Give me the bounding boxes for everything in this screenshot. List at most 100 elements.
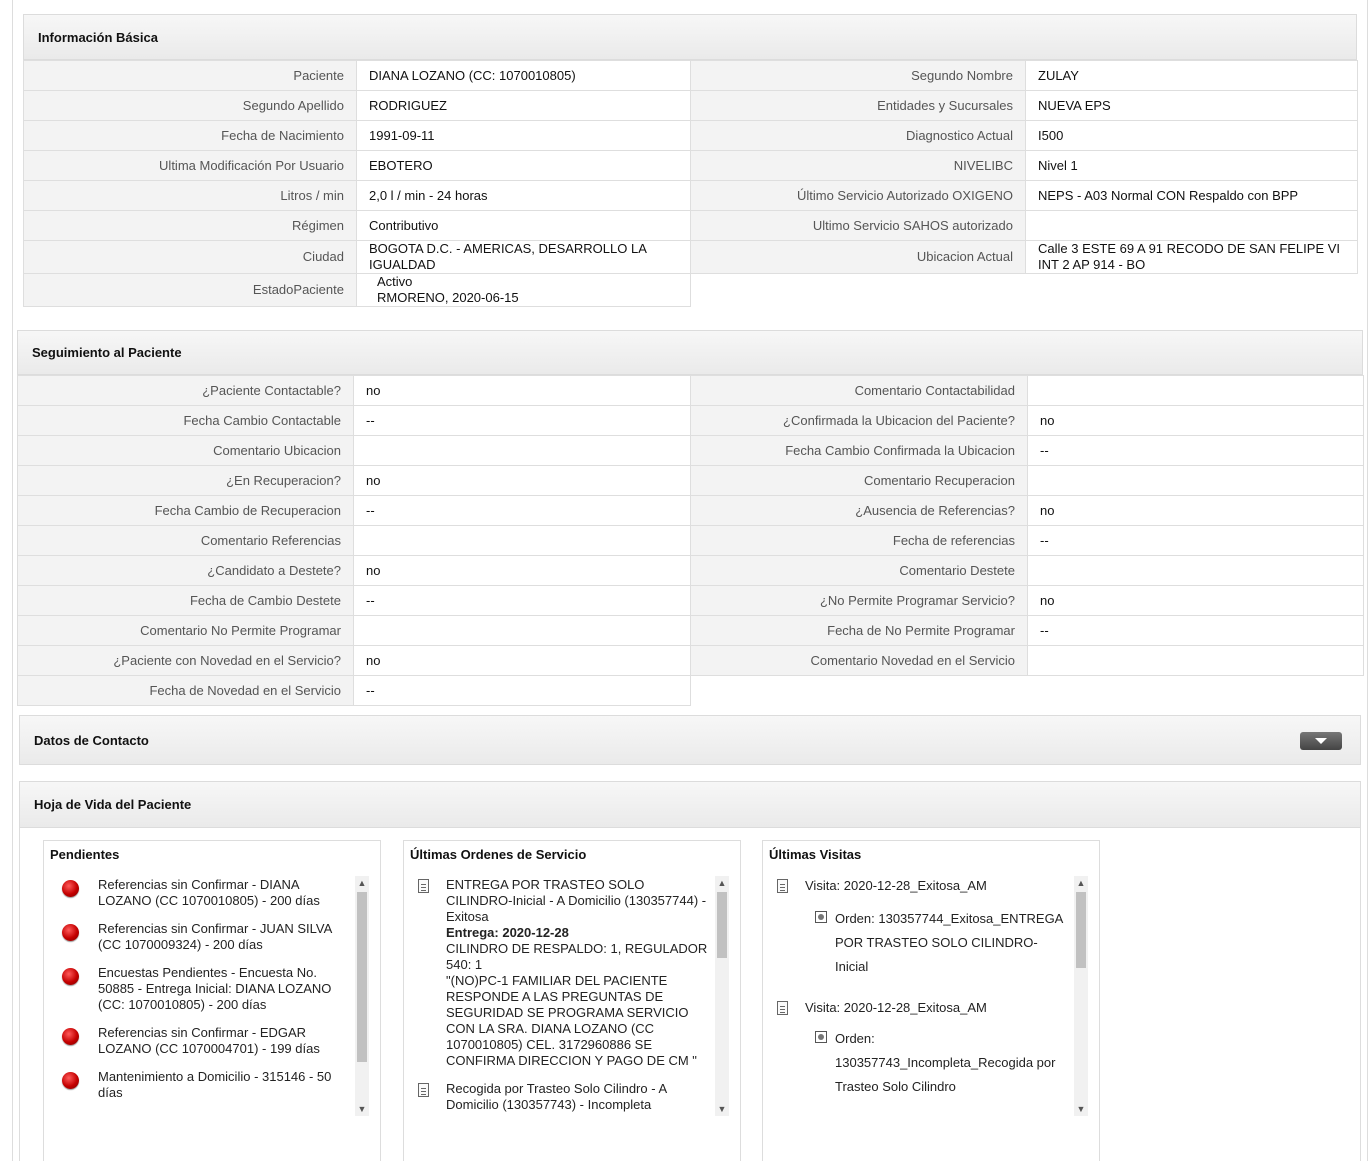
order-note: "(NO)PC-1 FAMILIAR DEL PACIENTE RESPONDE… bbox=[446, 973, 697, 1068]
scroll-thumb[interactable] bbox=[1076, 892, 1086, 968]
alert-dot-icon bbox=[62, 924, 79, 941]
visit-item[interactable]: Visita: 2020-12-28_Exitosa_AM bbox=[777, 999, 1069, 1017]
field-label: Fecha de referencias bbox=[690, 525, 1028, 556]
field-label: Comentario Recuperacion bbox=[690, 465, 1028, 496]
field-label: Ultimo Servicio SAHOS autorizado bbox=[690, 210, 1026, 241]
field-value: Contributivo bbox=[356, 210, 691, 241]
pending-item[interactable]: Referencias sin Confirmar - EDGAR LOZANO… bbox=[62, 1025, 334, 1057]
visit-order[interactable]: Orden: 130357744_Exitosa_ENTREGA POR TRA… bbox=[777, 907, 1069, 979]
field-value bbox=[1027, 465, 1364, 496]
scroll-down-icon[interactable]: ▼ bbox=[715, 1102, 729, 1116]
field-value: no bbox=[353, 375, 691, 406]
basic-info-table: Paciente DIANA LOZANO (CC: 1070010805) Seg… bbox=[23, 60, 1358, 307]
field-label: Último Servicio Autorizado OXIGENO bbox=[690, 180, 1026, 211]
field-value: Calle 3 ESTE 69 A 91 RECODO DE SAN FELIP… bbox=[1025, 240, 1358, 274]
orders-scrollbar[interactable]: ▲ ▼ bbox=[715, 876, 729, 1116]
field-label: Fecha de Nacimiento bbox=[23, 120, 357, 151]
field-value: -- bbox=[1027, 525, 1364, 556]
order-icon bbox=[815, 1031, 827, 1043]
followup-title: Seguimiento al Paciente bbox=[32, 345, 182, 360]
alert-dot-icon bbox=[62, 1072, 79, 1089]
order-item[interactable]: ENTREGA POR TRASTEO SOLO CILINDRO-Inicia… bbox=[418, 877, 710, 1069]
scroll-thumb[interactable] bbox=[717, 892, 727, 958]
field-value: NUEVA EPS bbox=[1025, 90, 1358, 121]
followup-row: Fecha de Novedad en el Servicio -- bbox=[17, 675, 1364, 706]
orders-list: ENTREGA POR TRASTEO SOLO CILINDRO-Inicia… bbox=[418, 877, 710, 1117]
visit-label: Visita: 2020-12-28_Exitosa_AM bbox=[805, 878, 987, 893]
info-row: Paciente DIANA LOZANO (CC: 1070010805) Seg… bbox=[23, 60, 1358, 91]
followup-row: Fecha Cambio de Recuperacion -- ¿Ausencia … bbox=[17, 495, 1364, 526]
order-head: ENTREGA POR TRASTEO SOLO CILINDRO-Inicia… bbox=[446, 877, 707, 924]
pending-item[interactable]: Referencias sin Confirmar - DIANA LOZANO… bbox=[62, 877, 334, 909]
field-value: no bbox=[353, 555, 691, 586]
field-label: Ubicacion Actual bbox=[690, 240, 1026, 274]
contact-data-header[interactable]: Datos de Contacto bbox=[19, 715, 1361, 765]
scroll-up-icon[interactable]: ▲ bbox=[355, 876, 369, 890]
visit-order[interactable]: Orden: 130357743_Incompleta_Recogida por… bbox=[777, 1027, 1069, 1099]
orders-card: Últimas Ordenes de Servicio ENTREGA POR … bbox=[403, 840, 741, 1161]
info-row: Ultima Modificación Por Usuario EBOTERO NI… bbox=[23, 150, 1358, 181]
visit-item[interactable]: Visita: 2020-12-28_Exitosa_AM bbox=[777, 877, 1069, 895]
visit-label: Visita: 2020-12-28_Exitosa_AM bbox=[805, 1000, 987, 1015]
field-label: Fecha Cambio de Recuperacion bbox=[17, 495, 354, 526]
field-label: Comentario No Permite Programar bbox=[17, 615, 354, 646]
pending-item-label: Referencias sin Confirmar - EDGAR LOZANO… bbox=[98, 1025, 320, 1056]
visits-card: Últimas Visitas Visita: 2020-12-28_Exito… bbox=[762, 840, 1100, 1161]
orders-title: Últimas Ordenes de Servicio bbox=[410, 847, 587, 862]
pending-item[interactable]: Mantenimiento a Domicilio - 315146 - 50 … bbox=[62, 1069, 334, 1101]
followup-row: ¿En Recuperacion? no Comentario Recuperaci… bbox=[17, 465, 1364, 496]
order-head: Recogida por Trasteo Solo Cilindro - A D… bbox=[446, 1081, 667, 1112]
field-label: ¿Paciente con Novedad en el Servicio? bbox=[17, 645, 354, 676]
field-value: DIANA LOZANO (CC: 1070010805) bbox=[356, 60, 691, 91]
pending-item[interactable]: Encuestas Pendientes - Encuesta No. 5088… bbox=[62, 965, 334, 1013]
field-label: Diagnostico Actual bbox=[690, 120, 1026, 151]
field-label: Fecha Cambio Confirmada la Ubicacion bbox=[690, 435, 1028, 466]
basic-info-header: Información Básica bbox=[23, 14, 1357, 60]
field-value bbox=[353, 615, 691, 646]
field-value: I500 bbox=[1025, 120, 1358, 151]
field-label: Fecha Cambio Contactable bbox=[17, 405, 354, 436]
scroll-down-icon[interactable]: ▼ bbox=[1074, 1102, 1088, 1116]
order-detail: CILINDRO DE RESPALDO: 1, REGULADOR 540: … bbox=[446, 941, 708, 972]
order-item[interactable]: Recogida por Trasteo Solo Cilindro - A D… bbox=[418, 1081, 710, 1113]
field-label: ¿Ausencia de Referencias? bbox=[690, 495, 1028, 526]
pending-title: Pendientes bbox=[50, 847, 120, 862]
chevron-down-icon[interactable] bbox=[1300, 732, 1342, 750]
field-value bbox=[1027, 645, 1364, 676]
field-label: ¿Paciente Contactable? bbox=[17, 375, 354, 406]
followup-row: ¿Paciente Contactable? no Comentario Conta… bbox=[17, 375, 1364, 406]
scroll-up-icon[interactable]: ▲ bbox=[715, 876, 729, 890]
order-icon bbox=[815, 911, 827, 923]
followup-row: Fecha de Cambio Destete -- ¿No Permite Pro… bbox=[17, 585, 1364, 616]
field-value: RODRIGUEZ bbox=[356, 90, 691, 121]
pending-item[interactable]: Referencias sin Confirmar - JUAN SILVA (… bbox=[62, 921, 334, 953]
pending-item-label: Referencias sin Confirmar - DIANA LOZANO… bbox=[98, 877, 320, 908]
followup-row: ¿Paciente con Novedad en el Servicio? no C… bbox=[17, 645, 1364, 676]
pending-scrollbar[interactable]: ▲ ▼ bbox=[355, 876, 369, 1116]
followup-row: Comentario No Permite Programar Fecha de … bbox=[17, 615, 1364, 646]
field-label: Segundo Apellido bbox=[23, 90, 357, 121]
followup-table: ¿Paciente Contactable? no Comentario Conta… bbox=[17, 375, 1364, 706]
pending-item-label: Referencias sin Confirmar - JUAN SILVA (… bbox=[98, 921, 332, 952]
field-label: ¿En Recuperacion? bbox=[17, 465, 354, 496]
field-value: 1991-09-11 bbox=[356, 120, 691, 151]
scroll-thumb[interactable] bbox=[357, 892, 367, 1062]
field-value: no bbox=[353, 645, 691, 676]
pending-item-label: Mantenimiento a Domicilio - 315146 - 50 … bbox=[98, 1069, 332, 1100]
visits-scrollbar[interactable]: ▲ ▼ bbox=[1074, 876, 1088, 1116]
status-modified: RMORENO, 2020-06-15 bbox=[377, 290, 519, 305]
info-row: Fecha de Nacimiento 1991-09-11 Diagnostico… bbox=[23, 120, 1358, 151]
patient-record-header: Hoja de Vida del Paciente bbox=[19, 781, 1361, 828]
field-value bbox=[1025, 210, 1358, 241]
empty-cell bbox=[691, 676, 1364, 706]
scroll-up-icon[interactable]: ▲ bbox=[1074, 876, 1088, 890]
field-value: -- bbox=[353, 585, 691, 616]
field-value: no bbox=[1027, 585, 1364, 616]
visit-order-label: Orden: 130357743_Incompleta_Recogida por… bbox=[835, 1031, 1056, 1094]
status-value: Activo bbox=[377, 274, 413, 290]
scroll-down-icon[interactable]: ▼ bbox=[355, 1102, 369, 1116]
contact-data-title: Datos de Contacto bbox=[34, 732, 149, 748]
field-value bbox=[1027, 375, 1364, 406]
field-label: ¿No Permite Programar Servicio? bbox=[690, 585, 1028, 616]
field-label: Régimen bbox=[23, 210, 357, 241]
